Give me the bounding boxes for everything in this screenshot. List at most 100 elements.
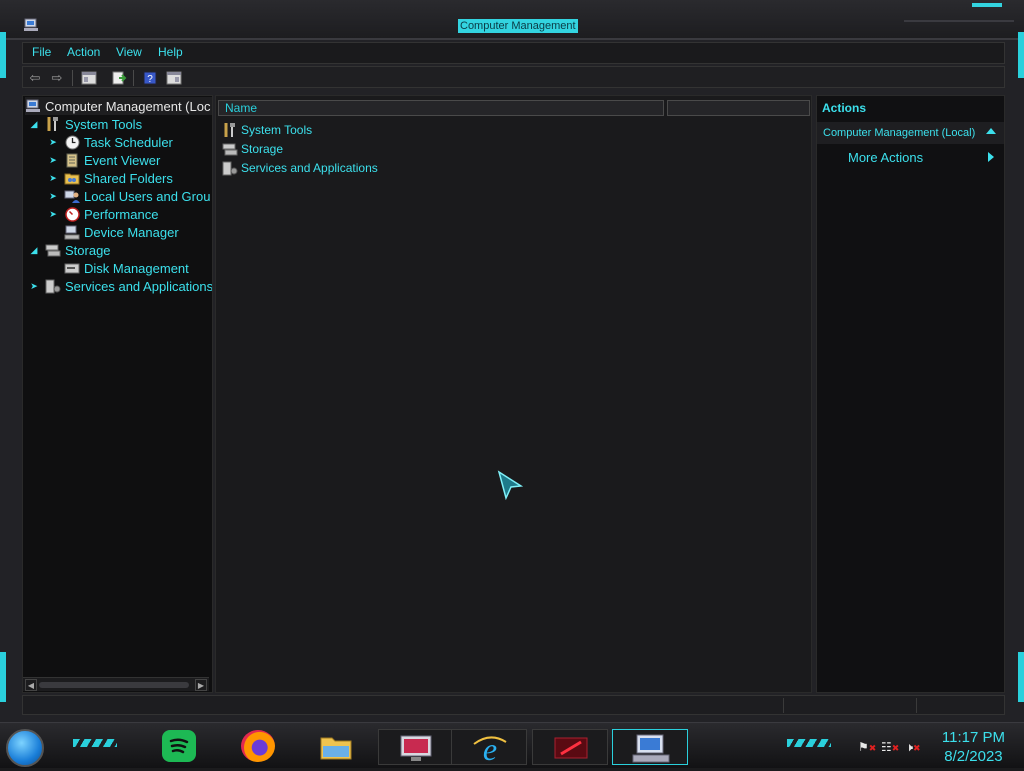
tree-item-label: Performance (84, 206, 159, 222)
no-expander (48, 227, 58, 237)
clock-date: 8/2/2023 (944, 748, 1003, 765)
taskbar: e ⚑✖ ☷✖ 🕨✖ 11:17 PM 8/2/2023 (0, 722, 1024, 768)
volume-muted-icon[interactable]: 🕨✖ (905, 740, 921, 754)
column-header-empty[interactable] (667, 100, 810, 116)
show-hide-action-pane-icon[interactable] (165, 69, 183, 86)
disk-management-icon (64, 260, 80, 276)
show-hide-console-tree-icon[interactable] (80, 69, 98, 86)
device-manager-icon (64, 224, 80, 240)
tree-item-label: Task Scheduler (84, 134, 173, 150)
tree-item-disk-management[interactable]: Disk Management (48, 259, 189, 277)
task-slot-internet-explorer[interactable]: e (451, 729, 527, 767)
back-arrow-icon[interactable]: ⇦ (26, 69, 44, 86)
system-clock[interactable]: 11:17 PM 8/2/2023 (942, 728, 1005, 766)
results-list: Name System Tools Storage Services and A… (215, 95, 812, 693)
scroll-left-icon[interactable]: ◀ (25, 679, 37, 691)
tree-item-event-viewer[interactable]: ➤ Event Viewer (48, 151, 160, 169)
scroll-right-icon[interactable]: ▶ (195, 679, 207, 691)
status-bar (22, 695, 1005, 715)
column-header-name[interactable]: Name (218, 100, 664, 116)
network-icon[interactable]: ☷✖ (881, 740, 899, 754)
storage-icon (222, 141, 238, 157)
list-item[interactable]: System Tools (222, 121, 312, 139)
services-applications-icon (222, 160, 238, 176)
menu-view[interactable]: View (116, 45, 142, 59)
menu-help[interactable]: Help (158, 45, 183, 59)
window-frame: Computer Management File Action View Hel… (0, 0, 1024, 768)
system-tools-icon (45, 116, 61, 132)
actions-section-header[interactable]: Computer Management (Local) (817, 122, 1004, 144)
help-icon[interactable]: ? (141, 69, 159, 86)
tree-item-performance[interactable]: ➤ Performance (48, 205, 158, 223)
users-icon (64, 188, 80, 204)
collapsed-chevron-icon[interactable]: ➤ (29, 281, 39, 291)
tree-root-computer-management[interactable]: Computer Management (Loc (25, 97, 212, 115)
more-actions-link[interactable]: More Actions (848, 150, 923, 165)
list-item[interactable]: Services and Applications (222, 159, 378, 177)
submenu-arrow-icon[interactable] (988, 152, 994, 162)
tree-item-label: Disk Management (84, 260, 189, 276)
services-applications-icon (45, 278, 61, 294)
console-tree: Computer Management (Loc ◢ System Tools … (22, 95, 213, 693)
spotify-icon[interactable] (162, 730, 196, 762)
clock-time: 11:17 PM (941, 729, 1005, 746)
start-button[interactable] (6, 729, 44, 767)
task-slot-media[interactable] (532, 729, 608, 765)
actions-title: Actions (822, 101, 867, 115)
tree-item-device-manager[interactable]: Device Manager (48, 223, 179, 241)
event-viewer-icon (64, 152, 80, 168)
file-explorer-icon[interactable] (319, 730, 353, 762)
tree-item-storage[interactable]: ◢ Storage (29, 241, 111, 259)
left-accent (0, 32, 6, 78)
actions-pane: Actions Computer Management (Local) More… (816, 95, 1005, 693)
menu-action[interactable]: Action (67, 45, 100, 59)
storage-icon (45, 242, 61, 258)
svg-text:?: ? (147, 74, 153, 85)
taskbar-decoration (787, 739, 831, 747)
collapsed-chevron-icon[interactable]: ➤ (48, 191, 58, 201)
tree-item-services-applications[interactable]: ➤ Services and Applications (29, 277, 212, 295)
system-tools-icon (222, 122, 238, 138)
collapsed-chevron-icon[interactable]: ➤ (48, 209, 58, 219)
actions-section-label: Computer Management (Local) (823, 127, 976, 139)
toolbar-separator (133, 70, 134, 86)
tree-item-task-scheduler[interactable]: ➤ Task Scheduler (48, 133, 173, 151)
window-controls-decoration (904, 0, 1014, 22)
list-item-label: System Tools (241, 123, 313, 137)
action-center-flag-icon[interactable]: ⚑✖ (858, 740, 876, 754)
tree-item-local-users[interactable]: ➤ Local Users and Grou (48, 187, 210, 205)
tree-item-label: Device Manager (84, 224, 179, 240)
title-bar[interactable]: Computer Management (0, 0, 1024, 40)
firefox-icon[interactable] (241, 730, 275, 762)
collapsed-chevron-icon[interactable]: ➤ (48, 155, 58, 165)
collapsed-chevron-icon[interactable]: ➤ (48, 137, 58, 147)
mouse-cursor-icon (497, 470, 523, 500)
expanded-chevron-icon[interactable]: ◢ (29, 119, 39, 129)
tree-item-label: Local Users and Grou (84, 188, 211, 204)
task-slot-display[interactable] (378, 729, 454, 765)
tree-item-shared-folders[interactable]: ➤ Shared Folders (48, 169, 173, 187)
tree-horizontal-scrollbar[interactable]: ◀ ▶ (23, 677, 209, 691)
menu-file[interactable]: File (32, 45, 51, 59)
scroll-thumb[interactable] (39, 682, 189, 688)
performance-icon (64, 206, 80, 222)
task-slot-computer-management[interactable] (612, 729, 688, 765)
list-item-label: Storage (241, 142, 284, 156)
right-accent-bottom (1018, 652, 1024, 702)
tree-item-label: Storage (65, 242, 111, 258)
shared-folder-icon (64, 170, 80, 186)
forward-arrow-icon[interactable]: ⇨ (48, 69, 66, 86)
menu-bar: File Action View Help (22, 42, 1005, 64)
export-list-icon[interactable] (110, 69, 128, 86)
tree-item-label: Shared Folders (84, 170, 173, 186)
collapse-up-icon[interactable] (986, 128, 996, 134)
clock-icon (64, 134, 80, 150)
computer-management-icon (24, 18, 38, 31)
expanded-chevron-icon[interactable]: ◢ (29, 245, 39, 255)
list-item[interactable]: Storage (222, 140, 283, 158)
tree-root-label: Computer Management (Loc (45, 98, 211, 114)
tree-item-system-tools[interactable]: ◢ System Tools (29, 115, 143, 133)
list-item-label: Services and Applications (241, 161, 378, 175)
status-divider (783, 698, 784, 713)
collapsed-chevron-icon[interactable]: ➤ (48, 173, 58, 183)
